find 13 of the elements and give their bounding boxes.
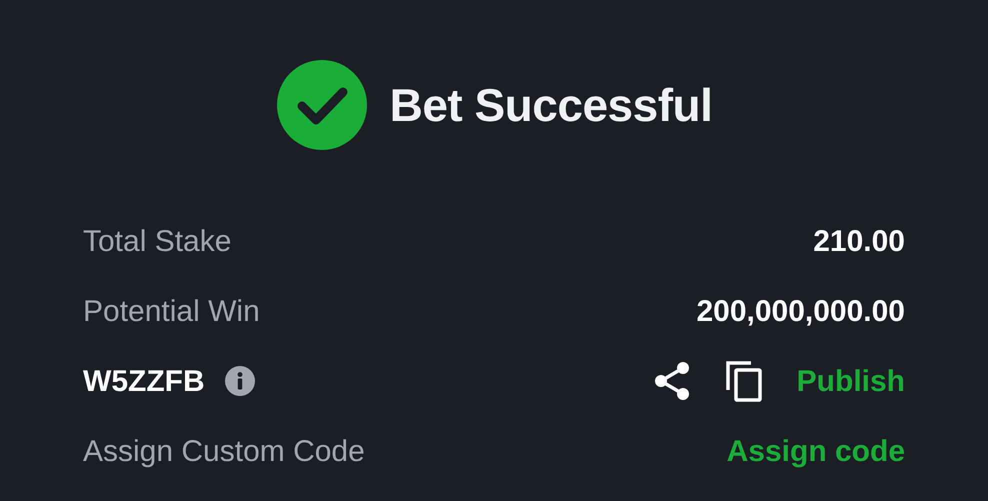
success-title: Bet Successful (390, 78, 712, 132)
summary-value: 200,000,000.00 (696, 294, 905, 330)
info-icon[interactable] (224, 366, 255, 396)
summary-label: Potential Win (83, 294, 260, 330)
success-check-icon (276, 59, 368, 151)
assign-code-link[interactable]: Assign code (726, 428, 905, 474)
publish-link[interactable]: Publish (796, 358, 905, 404)
custom-code-label: Assign Custom Code (83, 434, 365, 470)
share-icon[interactable] (652, 361, 691, 401)
summary-label: Total Stake (83, 224, 232, 260)
summary-value: 210.00 (813, 224, 905, 260)
copy-icon[interactable] (724, 360, 763, 402)
booking-code: W5ZZFB (83, 364, 205, 400)
